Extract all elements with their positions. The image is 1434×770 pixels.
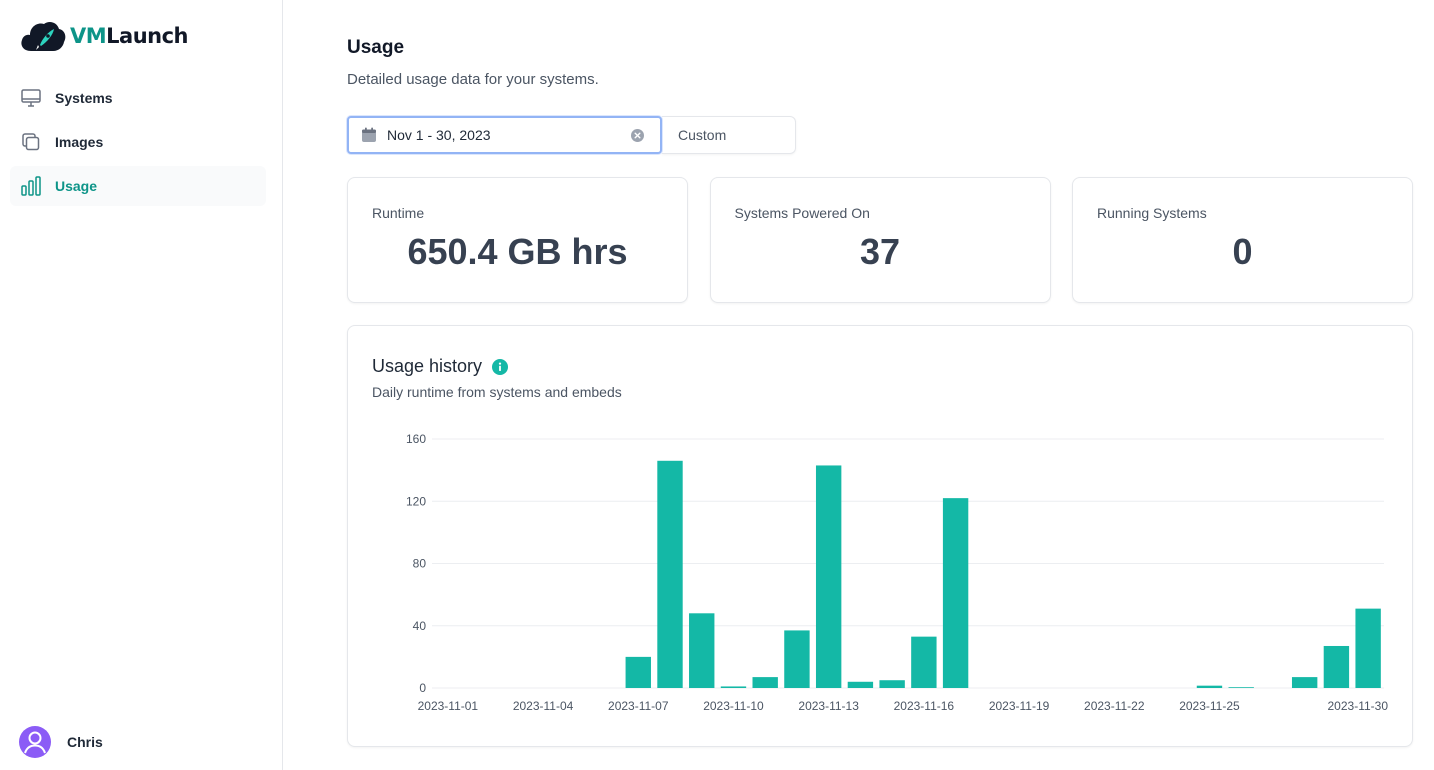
sidebar-item-label: Images [55,134,104,150]
page-title: Usage [347,37,405,58]
page-subtitle: Detailed usage data for your systems. [347,71,599,88]
stats-cards: Runtime 650.4 GB hrs Systems Powered On … [347,177,1413,303]
x-tick-label: 2023-11-04 [513,699,574,713]
stat-label: Systems Powered On [734,205,870,221]
bar [815,465,842,688]
bar-chart-icon [20,175,42,197]
date-range-value: Nov 1 - 30, 2023 [387,127,491,143]
stat-value: 0 [1232,231,1253,272]
sidebar-item-images[interactable]: Images [10,122,266,162]
stat-card-runtime: Runtime 650.4 GB hrs [347,177,688,303]
bar [657,460,683,688]
user-name: Chris [67,734,103,750]
x-tick-label: 2023-11-13 [798,699,859,713]
date-range-picker[interactable]: Nov 1 - 30, 2023 [347,116,662,154]
usage-history-card: Usage history Daily runtime from systems… [347,325,1413,747]
cloud-rocket-icon [21,21,66,51]
bar [1196,685,1223,688]
stat-label: Runtime [372,205,425,221]
bar [752,677,778,688]
brand-logo[interactable]: VMLaunch [19,18,189,54]
stat-value: 650.4 GB hrs [407,231,628,272]
avatar [19,726,51,758]
x-tick-label: 2023-11-16 [894,699,955,713]
brand-name-launch: Launch [106,24,189,48]
sidebar-nav: Systems Images Usage [10,78,266,210]
y-tick-label: 40 [413,619,427,633]
x-tick-label: 2023-11-10 [703,699,764,713]
bar [625,656,651,688]
bar [847,681,874,688]
bar [1355,608,1381,688]
brand-name: VMLaunch [70,24,189,48]
x-tick-label: 2023-11-30 [1328,699,1389,713]
x-tick-label: 2023-11-07 [608,699,669,713]
x-tick-label: 2023-11-01 [418,699,479,713]
y-tick-label: 160 [406,432,426,446]
y-tick-label: 80 [413,557,427,571]
bar [1323,645,1350,688]
usage-history-chart: 0 40 80 120 160 2023-11-01 2023-11-04 2023-11-0… [406,432,1389,713]
bar [879,680,905,688]
clear-icon[interactable] [631,129,644,142]
date-preset-select[interactable]: Custom [662,116,796,154]
stat-card-systems-powered-on: Systems Powered On 37 [709,177,1051,303]
monitor-icon [20,87,42,109]
bar [942,498,969,688]
sidebar-item-systems[interactable]: Systems [10,78,266,118]
y-tick-label: 0 [419,681,426,695]
x-tick-label: 2023-11-22 [1084,699,1145,713]
bar [720,686,747,688]
calendar-icon [362,127,376,142]
app-root: VMLaunch Systems Images Usage Chris Usag… [0,0,1434,770]
sidebar-item-usage[interactable]: Usage [10,166,266,206]
stat-card-running-systems: Running Systems 0 [1072,177,1413,303]
copy-icon [20,131,42,153]
user-icon [24,731,46,754]
bar [1291,677,1318,688]
sidebar-item-label: Systems [55,90,113,106]
sidebar-item-label: Usage [55,178,98,194]
bar [784,630,810,688]
bar [689,613,715,688]
bar [911,636,937,688]
date-filter: Nov 1 - 30, 2023 Custom [347,116,796,154]
x-tick-label: 2023-11-25 [1179,699,1240,713]
sidebar: VMLaunch Systems Images Usage Chris [0,0,283,770]
y-tick-label: 120 [406,494,426,508]
stat-value: 37 [859,231,901,272]
brand-name-vm: VM [70,24,107,48]
user-menu[interactable]: Chris [19,726,103,758]
bar [1228,687,1254,688]
x-tick-label: 2023-11-19 [989,699,1050,713]
stat-label: Running Systems [1097,205,1207,221]
